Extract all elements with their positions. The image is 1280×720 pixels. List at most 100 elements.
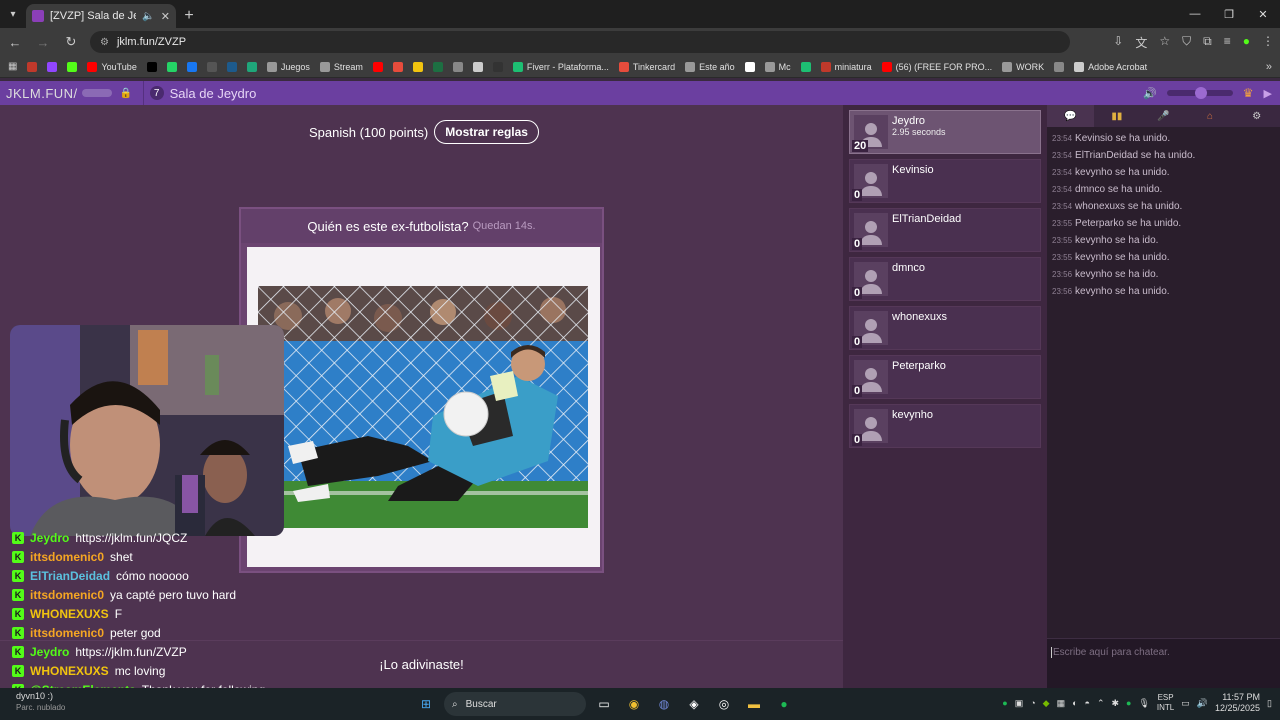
spotify-tray-icon[interactable]: ● <box>1002 698 1007 708</box>
discord-icon[interactable]: ◍ <box>652 692 676 716</box>
tab-close-icon[interactable]: ✕ <box>161 10 170 23</box>
back-button[interactable]: ← <box>6 35 24 50</box>
apps-grid-icon[interactable]: ▦ <box>8 61 17 72</box>
taskbar-search[interactable]: ⌕ Buscar <box>444 692 586 716</box>
whatsapp-tray-icon[interactable]: ◔ <box>1030 698 1035 708</box>
chrome-icon[interactable]: ◉ <box>622 692 646 716</box>
new-tab-button[interactable]: + <box>176 4 202 28</box>
bookmark-item[interactable]: Fiverr - Plataforma... <box>512 61 609 72</box>
bookmark-item[interactable]: (56) (FREE FOR PRO... <box>881 61 992 72</box>
player-card[interactable]: 0 ElTrianDeidad <box>849 208 1041 252</box>
translate-icon[interactable]: 文 <box>1135 34 1147 51</box>
crown-icon[interactable]: ♛ <box>1243 86 1254 100</box>
close-window-button[interactable]: ✕ <box>1246 0 1280 28</box>
install-icon[interactable]: ⇩ <box>1113 34 1123 51</box>
tab-search-icon[interactable]: ▾ <box>0 0 26 28</box>
spotify-icon[interactable]: ● <box>772 692 796 716</box>
bookmark-item[interactable] <box>146 61 157 72</box>
browser-tab-active[interactable]: [ZVZP] Sala de Jeydro 🔈 ✕ <box>26 4 176 28</box>
bookmark-item[interactable] <box>452 61 463 72</box>
network-icon[interactable]: ▭ <box>1181 698 1190 709</box>
menu-icon[interactable]: ⋮ <box>1262 34 1274 51</box>
volume-tray-icon[interactable]: 🔊 <box>1197 698 1208 709</box>
volume-slider-knob[interactable] <box>1194 87 1207 99</box>
tab-mic-icon[interactable]: 🎤 <box>1140 105 1187 127</box>
chevron-up-icon[interactable]: ⌃ <box>1097 698 1105 709</box>
bookmark-item[interactable]: Mc <box>764 61 791 72</box>
bookmark-item[interactable] <box>432 61 443 72</box>
start-icon[interactable]: ⊞ <box>414 692 438 716</box>
maximize-button[interactable]: ❐ <box>1212 0 1246 28</box>
bookmark-item[interactable] <box>744 61 755 72</box>
tray-app-icon[interactable]: ◓ <box>1085 698 1090 708</box>
bookmark-item[interactable] <box>372 61 383 72</box>
bookmark-item[interactable] <box>800 61 811 72</box>
show-rules-button[interactable]: Mostrar reglas <box>434 120 539 144</box>
chat-input[interactable]: Escribe aquí para chatear. <box>1047 638 1280 688</box>
bookmark-item[interactable] <box>412 61 423 72</box>
taskbar-clock[interactable]: 11:57 PM 12/25/2025 <box>1215 692 1260 714</box>
site-info-icon[interactable]: ⚙ <box>100 37 109 48</box>
player-card[interactable]: 0 dmnco <box>849 257 1041 301</box>
tab-chat-icon[interactable]: 💬 <box>1047 105 1094 127</box>
bookmark-item[interactable]: WORK <box>1002 61 1044 72</box>
bookmark-item[interactable] <box>392 61 403 72</box>
shield-icon[interactable]: ⛉ <box>1182 34 1191 51</box>
bookmark-item[interactable] <box>27 61 38 72</box>
address-bar[interactable]: ⚙ jklm.fun/ZVZP <box>90 31 1070 53</box>
mic-icon[interactable]: 🎙 <box>1138 698 1149 709</box>
player-card[interactable]: 0 kevynho <box>849 404 1041 448</box>
bookmark-item[interactable] <box>472 61 483 72</box>
weather-widget[interactable]: dyvn10 :) Parc. nublado <box>16 691 65 713</box>
file-explorer-icon[interactable]: ▬ <box>742 692 766 716</box>
bookmark-item[interactable] <box>492 61 503 72</box>
bluetooth-icon[interactable]: ✱ <box>1112 698 1120 709</box>
profile-avatar[interactable]: ● <box>1243 34 1250 51</box>
bookmark-item[interactable]: Este año <box>685 61 735 72</box>
bookmark-item[interactable] <box>246 61 257 72</box>
app-icon[interactable]: ◎ <box>712 692 736 716</box>
collapse-arrow-icon[interactable]: ▶ <box>1264 87 1272 100</box>
lock-icon[interactable]: 🔒 <box>120 88 133 99</box>
media-icon[interactable]: ≡ <box>1224 34 1231 51</box>
bookmark-item[interactable] <box>166 61 177 72</box>
tray-app-icon[interactable]: ▦ <box>1057 698 1066 709</box>
bookmark-item[interactable] <box>186 61 197 72</box>
volume-slider[interactable] <box>1166 87 1233 99</box>
site-brand[interactable]: JKLM.FUN/ 🔒 <box>0 86 133 101</box>
player-card[interactable]: 0 whonexuxs <box>849 306 1041 350</box>
tab-settings-icon[interactable]: ⚙ <box>1233 105 1280 127</box>
volume-icon[interactable]: 🔊 <box>1143 87 1157 100</box>
steam-tray-icon[interactable]: ◐ <box>1072 698 1077 708</box>
bookmark-item[interactable]: Juegos <box>266 61 310 72</box>
bookmark-item[interactable] <box>226 61 237 72</box>
bookmark-item[interactable]: Stream <box>319 61 363 72</box>
more-bookmarks-icon[interactable]: » <box>1266 61 1272 73</box>
epic-games-icon[interactable]: ◈ <box>682 692 706 716</box>
bookmark-item[interactable] <box>47 61 58 72</box>
reload-button[interactable]: ↻ <box>62 34 80 50</box>
player-card[interactable]: 0 Kevinsio <box>849 159 1041 203</box>
bookmark-star-icon[interactable]: ☆ <box>1159 34 1170 51</box>
audio-icon[interactable]: 🔈 <box>142 11 154 22</box>
player-card[interactable]: 20 Jeydro 2.95 seconds <box>849 110 1041 154</box>
bookmark-item[interactable]: Tinkercard <box>618 61 675 72</box>
bookmark-item[interactable]: YouTube <box>87 61 137 72</box>
bookmark-item[interactable] <box>67 61 78 72</box>
tab-players-icon[interactable]: ▮▮ <box>1094 105 1141 127</box>
notifications-icon[interactable]: ▯ <box>1267 698 1272 709</box>
player-card[interactable]: 0 Peterparko <box>849 355 1041 399</box>
nvidia-tray-icon[interactable]: ◆ <box>1043 698 1050 709</box>
bookmark-item[interactable] <box>206 61 217 72</box>
bookmark-item[interactable]: miniatura <box>820 61 872 72</box>
task-view-icon[interactable]: ▭ <box>592 692 616 716</box>
status-dot-icon[interactable]: ● <box>1126 698 1131 708</box>
tab-home-icon[interactable]: ⌂ <box>1187 105 1234 127</box>
bookmark-item[interactable] <box>1054 61 1065 72</box>
extensions-icon[interactable]: ⧉ <box>1203 34 1212 51</box>
tray-app-icon[interactable]: ▣ <box>1015 698 1024 709</box>
minimize-button[interactable]: — <box>1178 0 1212 28</box>
forward-button[interactable]: → <box>34 35 52 50</box>
input-language[interactable]: ESP INTL <box>1157 693 1174 713</box>
bookmark-item[interactable]: Adobe Acrobat <box>1074 61 1147 72</box>
